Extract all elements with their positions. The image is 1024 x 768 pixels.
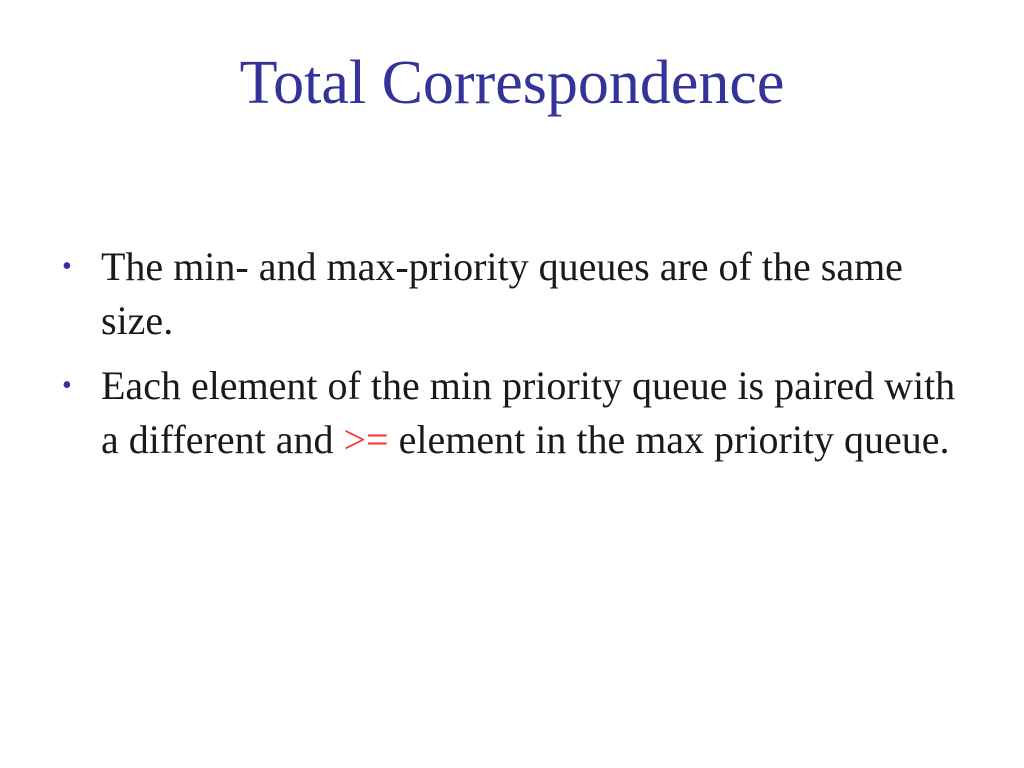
slide-title: Total Correspondence — [239, 49, 785, 117]
bullet-item: • The min- and max-priority queues are o… — [62, 240, 962, 348]
bullet-dot-icon: • — [62, 251, 72, 282]
highlight-operator: >= — [343, 417, 389, 462]
slide: Total Correspondence • The min- and max-… — [0, 0, 1024, 768]
bullet-item: • Each element of the min priority queue… — [62, 359, 962, 467]
bullet-text: The min- and max-priority queues are of … — [101, 244, 903, 343]
bullet-dot-icon: • — [62, 370, 72, 401]
bullet-list: • The min- and max-priority queues are o… — [62, 240, 962, 478]
bullet-text-after: element in the max priority queue. — [388, 417, 950, 462]
